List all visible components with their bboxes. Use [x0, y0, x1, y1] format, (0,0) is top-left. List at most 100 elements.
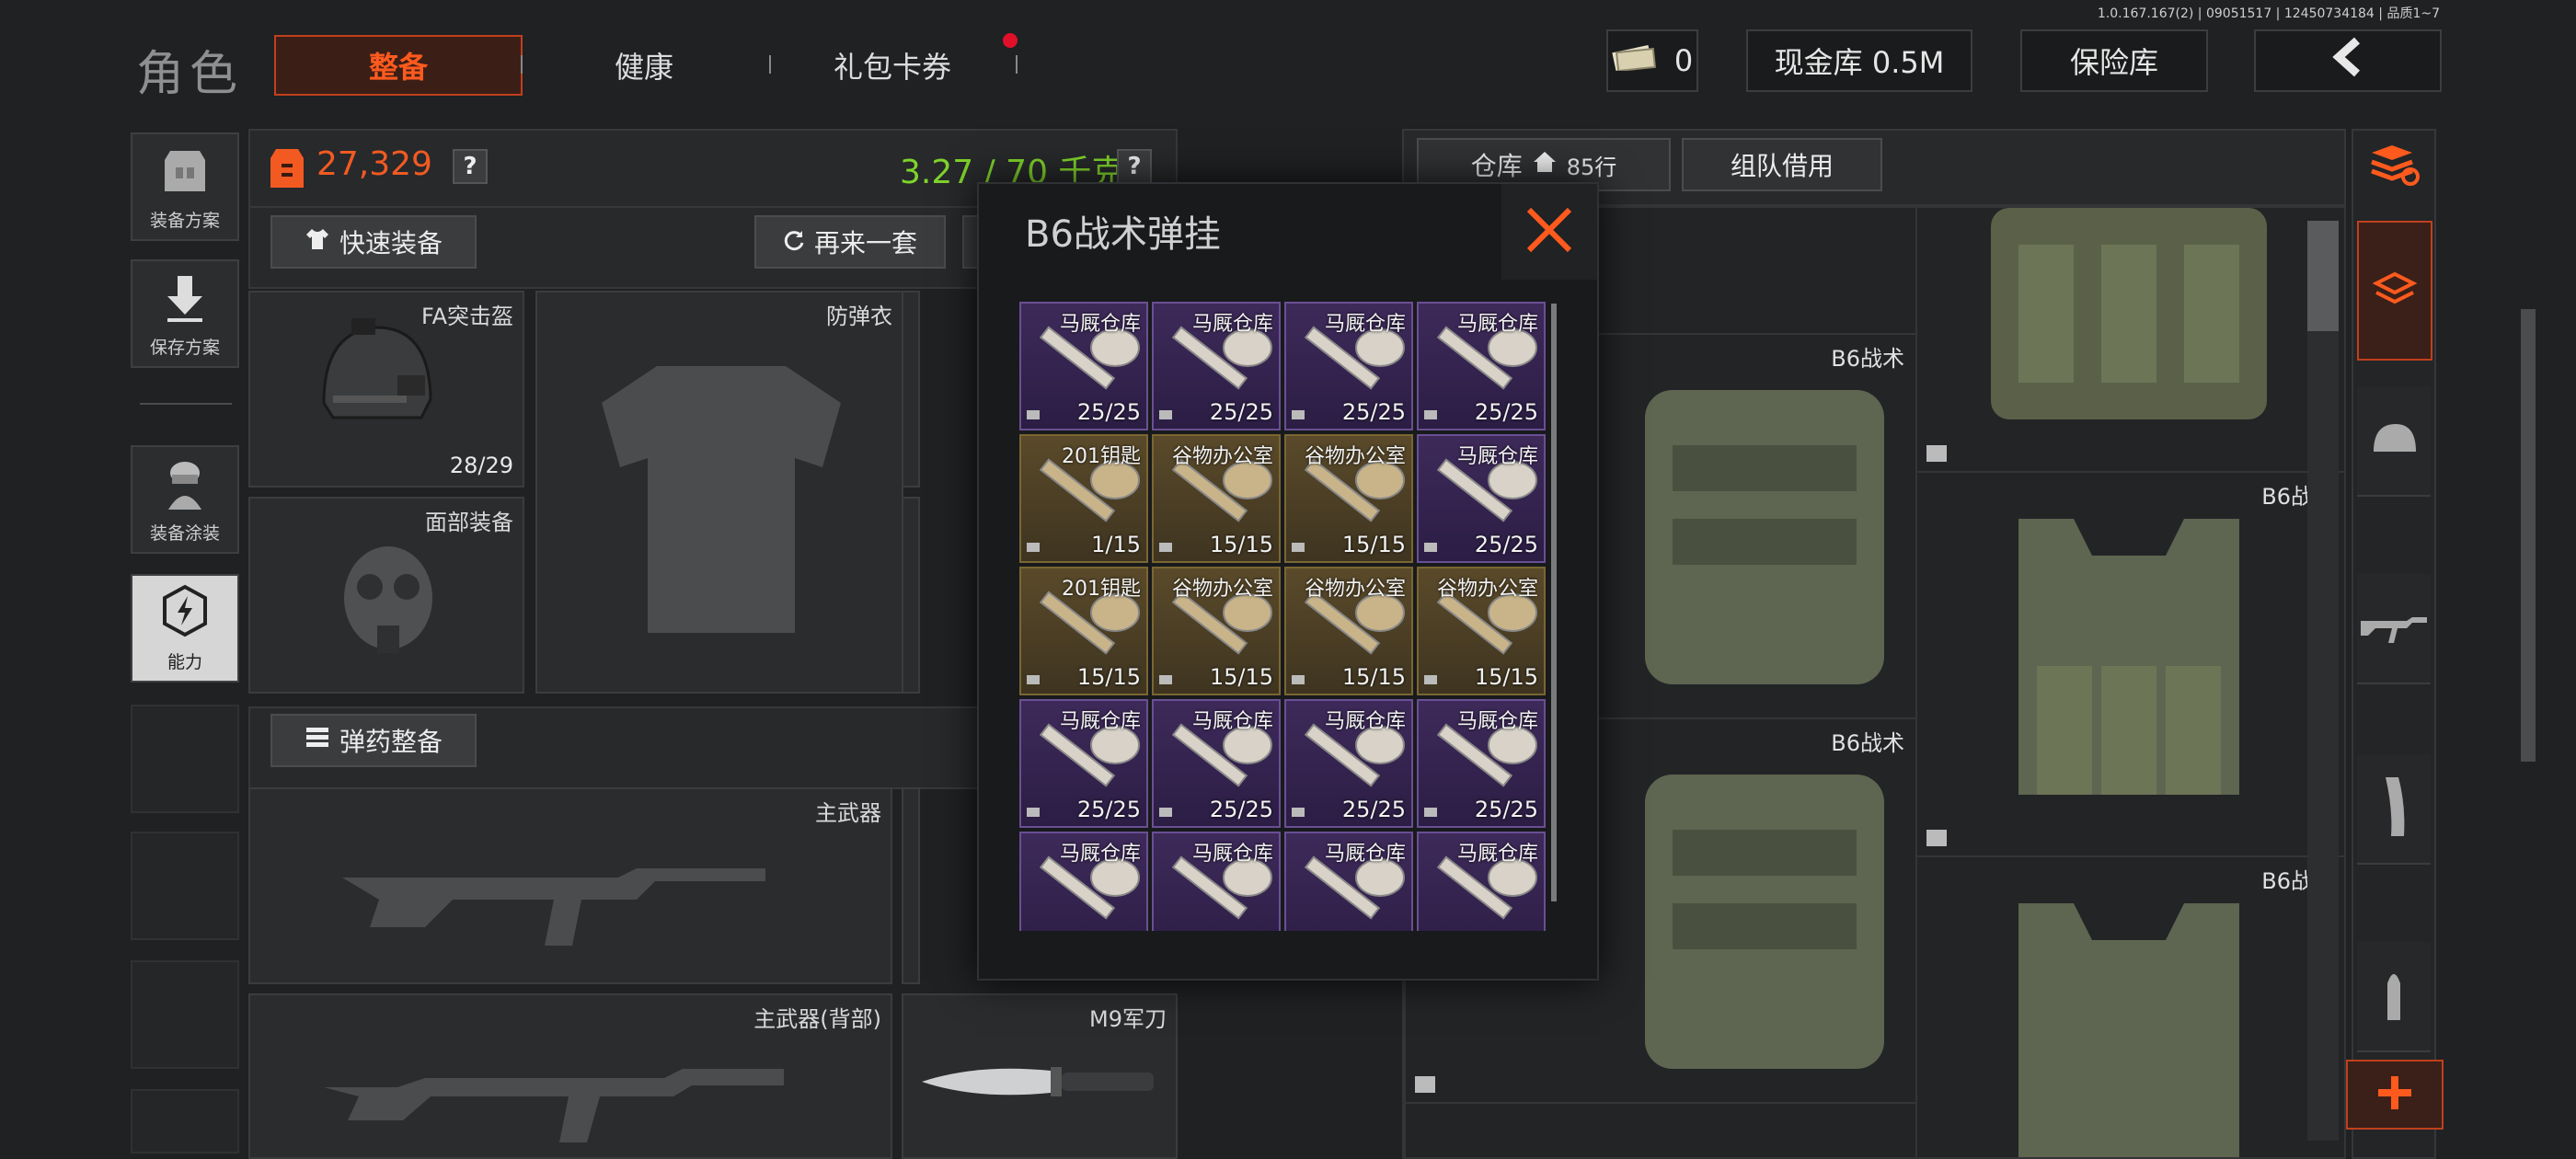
team-borrow-label: 组队借用: [1730, 151, 1834, 181]
close-button[interactable]: [1501, 184, 1597, 280]
category-magazine-tab[interactable]: [2357, 754, 2431, 865]
bullet-category-icon: [2380, 965, 2408, 1027]
loadout-plan-button[interactable]: 装备方案: [131, 132, 239, 241]
quick-equip-label: 快速装备: [339, 228, 443, 258]
warehouse-item[interactable]: B6战术: [1915, 855, 2344, 1157]
helmet-category-icon: [2368, 420, 2420, 461]
key-item-name: 马厩仓库: [1191, 313, 1273, 336]
key-item-count: 25/25: [1475, 929, 1538, 931]
modal-scrollbar[interactable]: [1551, 304, 1557, 901]
armor-slot[interactable]: 防弹衣: [535, 291, 903, 694]
page-scroll-thumb[interactable]: [2521, 309, 2536, 762]
key-item-cell[interactable]: 谷物办公室 15/15: [1417, 567, 1546, 695]
key-item-cell[interactable]: 201钥匙 15/15: [1019, 567, 1148, 695]
team-borrow-tab[interactable]: 组队借用: [1682, 138, 1882, 191]
modal-title: B6战术弹挂: [1025, 213, 1221, 256]
page-scrollbar[interactable]: [2521, 309, 2536, 762]
primary-weapon-slot[interactable]: 主武器: [248, 787, 892, 984]
key-item-cell[interactable]: 马厩仓库 25/25: [1417, 434, 1546, 563]
modal-scroll-thumb[interactable]: [1551, 304, 1557, 901]
primary-back-slot[interactable]: 主武器(背部): [248, 993, 892, 1159]
tab-health[interactable]: 健康: [552, 35, 736, 96]
slot-partial[interactable]: [902, 787, 920, 984]
key-item-cell[interactable]: 马厩仓库 25/25: [1284, 832, 1413, 931]
key-item-cell[interactable]: 马厩仓库 25/25: [1019, 832, 1148, 931]
key-item-cell[interactable]: 马厩仓库 25/25: [1284, 302, 1413, 430]
key-item-count: 15/15: [1209, 532, 1273, 557]
ability-button[interactable]: 能力: [131, 574, 239, 683]
tag-icon: [1159, 543, 1172, 552]
sort-stack-button[interactable]: [2363, 136, 2425, 199]
key-item-count: 15/15: [1076, 664, 1141, 690]
slot-partial[interactable]: [902, 291, 920, 488]
add-button[interactable]: [2346, 1060, 2444, 1130]
key-item-count: 25/25: [1341, 797, 1406, 822]
skin-button[interactable]: 装备涂装: [131, 445, 239, 554]
category-weapon-tab[interactable]: [2357, 574, 2431, 684]
key-item-cell[interactable]: 谷物办公室 15/15: [1284, 434, 1413, 563]
warehouse-item[interactable]: B6战术: [1915, 471, 2344, 857]
warehouse-item[interactable]: [1915, 206, 2344, 473]
vest-icon: [157, 145, 213, 201]
category-all-tab[interactable]: [2357, 221, 2432, 361]
stack-sort-icon: [2368, 143, 2420, 191]
back-arrow-icon: [2329, 37, 2366, 85]
warehouse-rows: 85行: [1566, 154, 1617, 180]
container-modal: B6战术弹挂 马厩仓库 25/25 马厩仓库 25/25 马厩仓库 25/25 马厩仓库 25…: [977, 182, 1599, 981]
back-button[interactable]: [2254, 29, 2442, 92]
shirt-icon: [305, 227, 330, 258]
magazine-category-icon: [2380, 777, 2408, 840]
tab-label: 整备: [368, 50, 428, 85]
warehouse-scrollbar[interactable]: [2307, 221, 2339, 1141]
ammo-equip-button[interactable]: 弹药整备: [270, 714, 477, 767]
key-item-cell[interactable]: 马厩仓库 25/25: [1019, 302, 1148, 430]
key-item-cell[interactable]: 马厩仓库 25/25: [1019, 699, 1148, 828]
warehouse-item-label: B6战术: [1831, 346, 1904, 372]
key-item-cell[interactable]: 马厩仓库 25/25: [1284, 699, 1413, 828]
warehouse-scroll-thumb[interactable]: [2307, 221, 2339, 331]
key-item-cell[interactable]: 谷物办公室 15/15: [1152, 434, 1281, 563]
key-item-name: 马厩仓库: [1324, 843, 1406, 866]
notification-dot: [1003, 33, 1018, 48]
key-item-cell[interactable]: 马厩仓库 25/25: [1152, 302, 1281, 430]
category-ammo-tab[interactable]: [2357, 942, 2431, 1052]
slot-partial[interactable]: [902, 497, 920, 694]
category-helmet-tab[interactable]: [2357, 386, 2431, 497]
warehouse-item[interactable]: [1404, 1102, 1917, 1157]
save-plan-button[interactable]: 保存方案: [131, 259, 239, 368]
tab-equip[interactable]: 整备: [274, 35, 523, 96]
melee-slot[interactable]: M9军刀: [902, 993, 1178, 1159]
key-item-cell[interactable]: 马厩仓库 25/25: [1417, 302, 1546, 430]
helmet-slot[interactable]: FA突击盔 28/29: [248, 291, 524, 488]
again-set-button[interactable]: 再来一套: [754, 215, 946, 269]
key-item-name: 谷物办公室: [1171, 578, 1273, 601]
key-item-cell[interactable]: 马厩仓库 25/25: [1417, 832, 1546, 931]
insurance-vault-button[interactable]: 保险库: [2020, 29, 2208, 92]
cash-vault-button[interactable]: 现金库 0.5M: [1746, 29, 1972, 92]
key-item-name: 马厩仓库: [1191, 843, 1273, 866]
lightning-hexagon-icon: [157, 583, 213, 643]
face-slot[interactable]: 面部装备: [248, 497, 524, 694]
armor-silhouette-icon: [574, 357, 868, 655]
cube-icon: [1926, 830, 1947, 846]
cash-vault-label: 现金库 0.5M: [1774, 45, 1945, 80]
key-item-cell[interactable]: 马厩仓库 25/25: [1152, 832, 1281, 931]
key-item-cell[interactable]: 谷物办公室 15/15: [1152, 567, 1281, 695]
container-grid: 马厩仓库 25/25 马厩仓库 25/25 马厩仓库 25/25 马厩仓库 25/25 201钥…: [1019, 302, 1546, 931]
download-icon: [162, 272, 208, 328]
key-item-cell[interactable]: 201钥匙 1/15: [1019, 434, 1148, 563]
rifle-silhouette-icon: [342, 844, 784, 958]
rifle-category-icon: [2361, 608, 2427, 648]
home-icon: [1532, 150, 1558, 180]
key-item-cell[interactable]: 谷物办公室 15/15: [1284, 567, 1413, 695]
key-item-cell[interactable]: 马厩仓库 25/25: [1417, 699, 1546, 828]
money-icon: [1612, 43, 1658, 78]
sidebar-empty-slot: [131, 705, 239, 813]
value-help-button[interactable]: ?: [453, 149, 488, 184]
key-item-name: 马厩仓库: [1059, 710, 1141, 733]
weight-help-button[interactable]: ?: [1117, 149, 1152, 184]
key-item-cell[interactable]: 马厩仓库 25/25: [1152, 699, 1281, 828]
quick-equip-button[interactable]: 快速装备: [270, 215, 477, 269]
key-item-name: 谷物办公室: [1171, 445, 1273, 468]
tab-gift-cards[interactable]: 礼包卡券: [791, 35, 994, 96]
